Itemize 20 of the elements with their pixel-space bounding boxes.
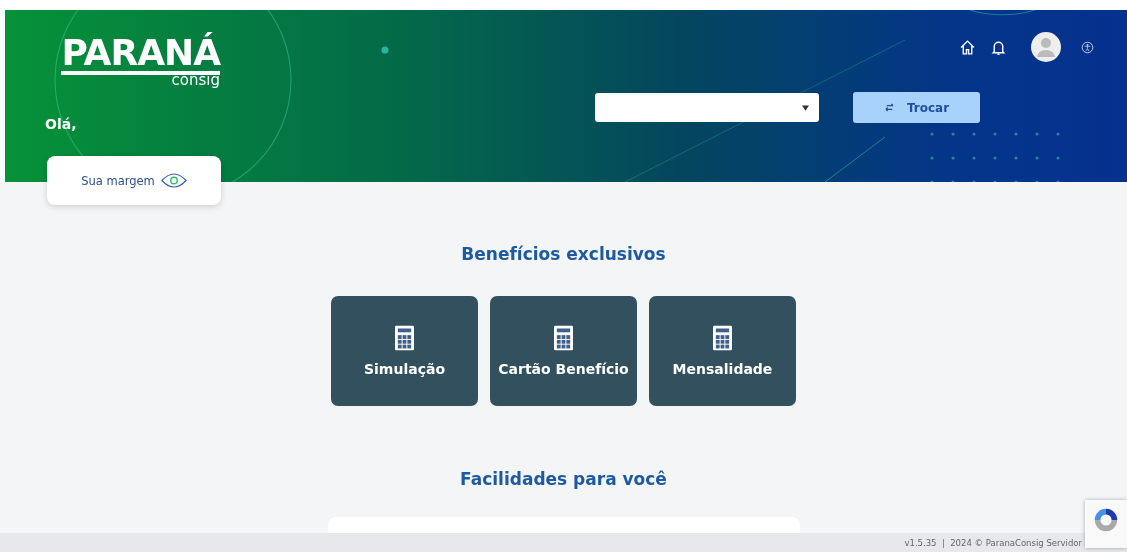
accessibility-icon[interactable] [1081,40,1094,54]
benefit-card[interactable]: Mensalidade [649,296,796,406]
recaptcha-icon [1092,506,1120,534]
eye-icon [160,173,187,188]
section-title: Facilidades para você [460,469,667,489]
section-title: Benefícios exclusivos [461,244,666,264]
calculator-icon [713,325,732,351]
avatar-icon[interactable] [1031,32,1061,62]
home-icon[interactable] [959,38,976,56]
calculator-icon [395,325,414,351]
benefit-card[interactable]: Cartão Benefício [490,296,637,406]
benefit-card[interactable]: Simulação [331,296,478,406]
margin-card[interactable]: Sua margem [47,156,221,205]
swap-arrows-icon [883,102,895,113]
bell-icon[interactable] [990,38,1007,56]
switch-button[interactable]: Trocar [853,92,980,123]
caret-icon [802,104,809,111]
greeting-text: Olá, [45,116,78,132]
calculator-icon [554,325,573,351]
version-text: v1.5.35 | 2024 © ParanaConsig Servidor [904,537,1082,548]
